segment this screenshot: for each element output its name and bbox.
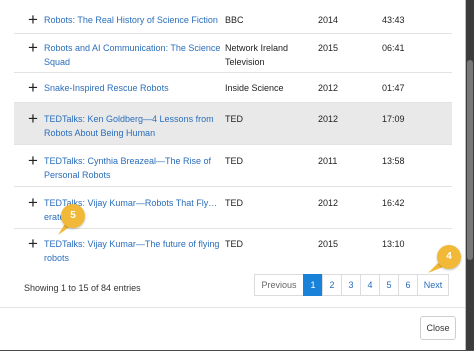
callout-badge-5: 5 — [61, 204, 85, 228]
callout-badge-4: 4 — [437, 245, 461, 269]
callout-pointers — [58, 222, 443, 273]
